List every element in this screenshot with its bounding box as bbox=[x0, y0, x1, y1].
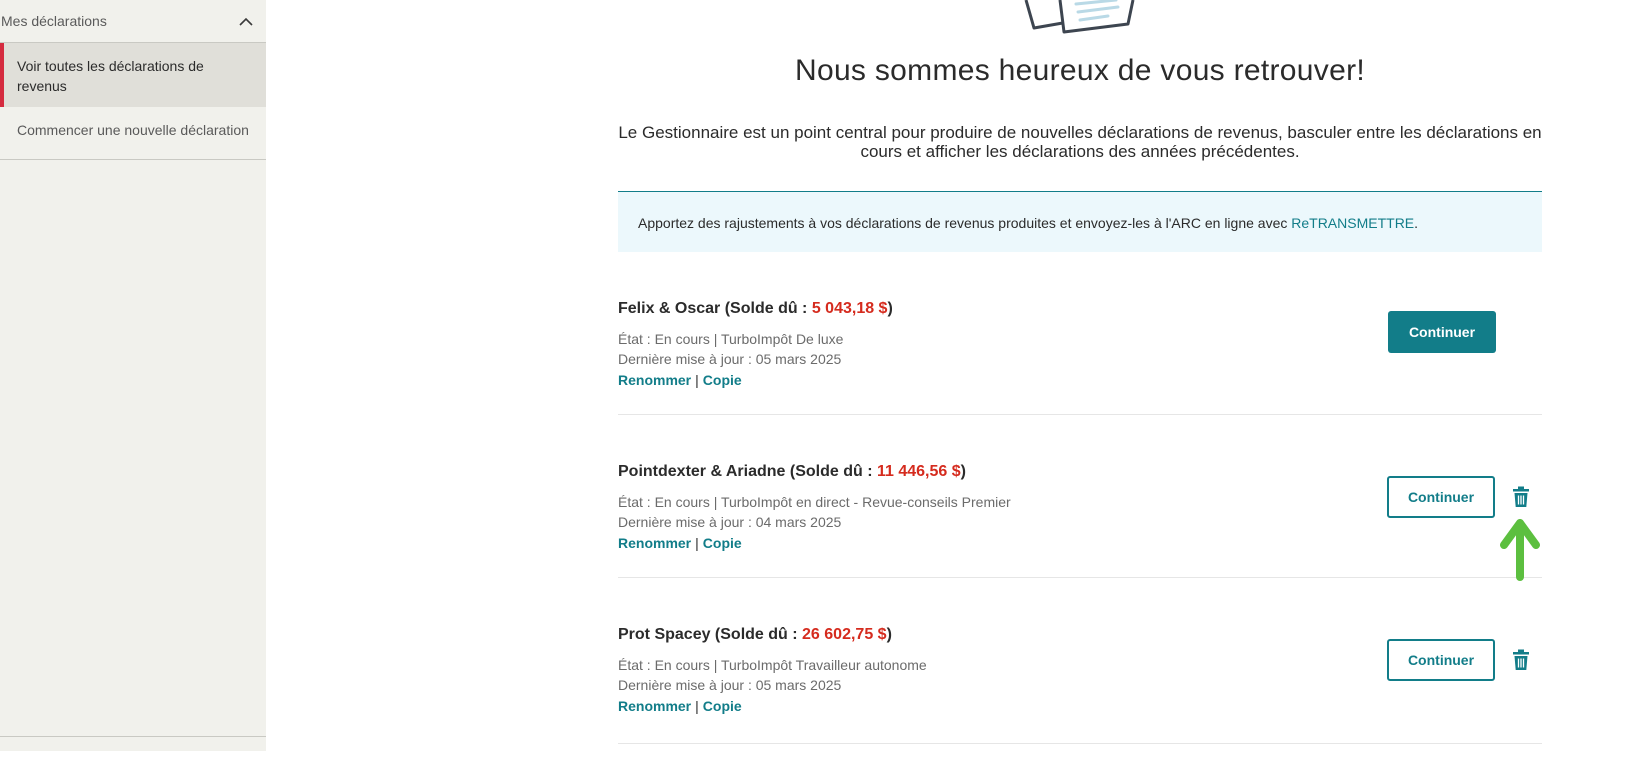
rename-link[interactable]: Renommer bbox=[618, 698, 691, 714]
rename-link[interactable]: Renommer bbox=[618, 372, 691, 388]
balance-amount: 5 043,18 $ bbox=[811, 300, 888, 317]
continue-button[interactable]: Continuer bbox=[1387, 476, 1495, 518]
copy-link[interactable]: Copie bbox=[703, 372, 742, 388]
balance-label: (Solde dû : bbox=[785, 463, 877, 480]
card-divider bbox=[618, 577, 1542, 578]
sidebar-item-label: Commencer une nouvelle déclaration bbox=[17, 122, 249, 138]
banner-suffix: . bbox=[1414, 215, 1419, 231]
return-actions: Renommer | Copie bbox=[618, 372, 742, 388]
return-name: Felix & Oscar bbox=[618, 300, 721, 317]
trash-icon[interactable] bbox=[1510, 486, 1532, 508]
return-title: Pointdexter & Ariadne (Solde dû : 11 446… bbox=[618, 463, 966, 481]
sidebar-item-label: Voir toutes les déclarations de revenus bbox=[17, 58, 204, 94]
list-bottom-divider bbox=[618, 743, 1542, 744]
return-updated: Dernière mise à jour : 05 mars 2025 bbox=[618, 351, 842, 367]
sidebar-divider bbox=[0, 736, 266, 737]
sidebar-item-start-new-return[interactable]: Commencer une nouvelle déclaration bbox=[0, 107, 266, 159]
return-status: État : En cours | TurboImpôt De luxe bbox=[618, 331, 844, 347]
retransmit-banner: Apportez des rajustements à vos déclarat… bbox=[618, 191, 1542, 252]
continue-button[interactable]: Continuer bbox=[1388, 311, 1496, 353]
balance-close: ) bbox=[887, 300, 893, 317]
card-divider bbox=[618, 414, 1542, 415]
arrow-up-icon bbox=[1500, 519, 1540, 581]
link-separator: | bbox=[695, 535, 699, 551]
sidebar-section-label: Mes déclarations bbox=[1, 13, 107, 29]
continue-button[interactable]: Continuer bbox=[1387, 639, 1495, 681]
sidebar-section-header[interactable]: Mes déclarations bbox=[0, 0, 266, 42]
return-title: Felix & Oscar (Solde dû : 5 043,18 $) bbox=[618, 300, 893, 318]
link-separator: | bbox=[695, 698, 699, 714]
return-updated: Dernière mise à jour : 05 mars 2025 bbox=[618, 677, 842, 693]
retransmit-link[interactable]: ReTRANSMETTRE bbox=[1291, 215, 1414, 231]
return-actions: Renommer | Copie bbox=[618, 698, 742, 714]
trash-icon[interactable] bbox=[1510, 649, 1532, 671]
sidebar: Mes déclarations Voir toutes les déclara… bbox=[0, 0, 266, 751]
copy-link[interactable]: Copie bbox=[703, 535, 742, 551]
documents-illustration bbox=[1024, 0, 1135, 34]
rename-link[interactable]: Renommer bbox=[618, 535, 691, 551]
balance-amount: 11 446,56 $ bbox=[876, 463, 961, 480]
sidebar-divider bbox=[0, 159, 266, 160]
return-updated: Dernière mise à jour : 04 mars 2025 bbox=[618, 514, 842, 530]
banner-text: Apportez des rajustements à vos déclarat… bbox=[638, 215, 1292, 231]
balance-label: (Solde dû : bbox=[710, 626, 803, 643]
return-status: État : En cours | TurboImpôt en direct -… bbox=[618, 494, 1011, 510]
return-actions: Renommer | Copie bbox=[618, 535, 742, 551]
return-title: Prot Spacey (Solde dû : 26 602,75 $) bbox=[618, 626, 892, 644]
link-separator: | bbox=[695, 372, 699, 388]
balance-close: ) bbox=[886, 626, 892, 643]
return-status: État : En cours | TurboImpôt Travailleur… bbox=[618, 657, 927, 673]
return-name: Pointdexter & Ariadne bbox=[618, 463, 786, 480]
return-name: Prot Spacey bbox=[618, 626, 711, 643]
copy-link[interactable]: Copie bbox=[703, 698, 742, 714]
chevron-up-icon[interactable] bbox=[238, 13, 254, 29]
page-title: Nous sommes heureux de vous retrouver! bbox=[795, 54, 1365, 87]
balance-amount: 26 602,75 $ bbox=[802, 626, 887, 643]
intro-text: Le Gestionnaire est un point central pou… bbox=[618, 123, 1542, 161]
sidebar-item-view-all-returns[interactable]: Voir toutes les déclarations de revenus bbox=[0, 43, 266, 107]
balance-label: (Solde dû : bbox=[720, 300, 812, 317]
balance-close: ) bbox=[960, 463, 966, 480]
